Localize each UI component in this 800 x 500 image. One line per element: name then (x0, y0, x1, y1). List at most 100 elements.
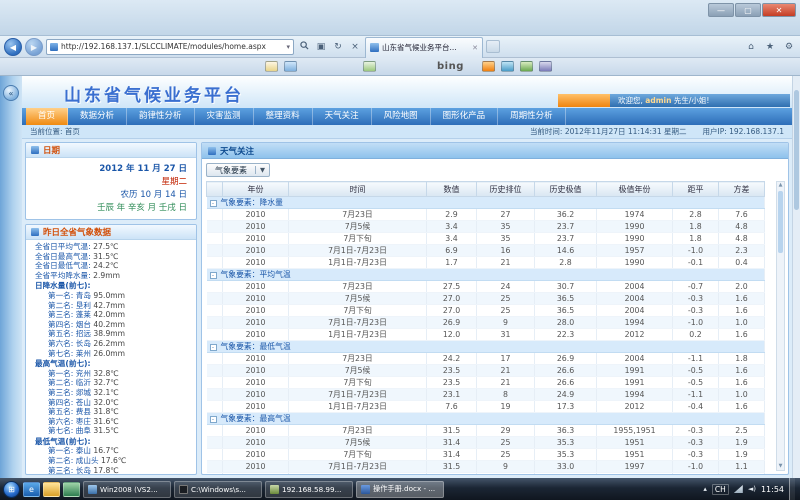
window-close-button[interactable]: ✕ (762, 3, 796, 17)
page-scrollbar[interactable] (792, 76, 800, 478)
table-cell: 30.7 (535, 281, 597, 293)
row-checkbox-cell (207, 389, 223, 401)
table-section-row[interactable]: -气象要素：平均气温 (207, 269, 765, 281)
mail-icon[interactable] (265, 61, 278, 72)
table-cell: 2010 (223, 293, 289, 305)
collapse-icon[interactable]: - (210, 200, 217, 207)
page-scrollbar-thumb[interactable] (794, 90, 799, 210)
table-cell: 2010 (223, 473, 289, 475)
nav-item-5[interactable]: 天气关注 (313, 108, 372, 125)
ganzhi-line: 壬辰 年 辛亥 月 壬戌 日 (35, 202, 187, 215)
tools-gear-icon[interactable]: ⚙ (782, 42, 796, 52)
home-icon[interactable]: ⌂ (744, 42, 758, 52)
table-scrollbar[interactable]: ▲ ▼ (776, 181, 785, 471)
sidebar-collapse-button[interactable]: « (3, 85, 19, 101)
weather-panel-header: 昨日全省气象数据 (26, 225, 196, 240)
table-scrollbar-thumb[interactable] (778, 191, 783, 253)
taskbar-button[interactable]: Win2008 (VS2... (83, 481, 171, 498)
section-cell: -气象要素：最低气温 (207, 341, 765, 353)
collapse-icon[interactable]: - (210, 344, 217, 351)
taskbar-button[interactable]: 操作手册.docx - ... (356, 481, 444, 498)
section-cell: -气象要素：平均气温 (207, 269, 765, 281)
browser-forward-button[interactable]: ▶ (25, 38, 43, 56)
toolbar-app-icon-3[interactable] (520, 61, 533, 72)
toolbar-app-icon-1[interactable] (482, 61, 495, 72)
address-dropdown-icon[interactable]: ▾ (286, 43, 290, 51)
taskbar-button[interactable]: 192.168.58.99... (265, 481, 353, 498)
refresh-icon[interactable]: ↻ (331, 42, 345, 52)
messenger-icon[interactable] (284, 61, 297, 72)
ie-quicklaunch-icon[interactable]: e (23, 482, 40, 497)
weather-rank-item: 第六名: 长岛 26.2mm (35, 339, 193, 349)
table-cell: -0.5 (673, 377, 719, 389)
table-cell: 2010 (223, 305, 289, 317)
stop-icon[interactable]: × (348, 42, 362, 52)
table-cell: 1月1日-7月23日 (289, 401, 427, 413)
taskbar-button[interactable]: C:\Windows\s... (174, 481, 262, 498)
scroll-up-icon[interactable]: ▲ (777, 182, 784, 189)
volume-icon[interactable]: ◄) (748, 485, 756, 493)
chevron-down-icon[interactable]: ▼ (255, 166, 269, 174)
nav-item-2[interactable]: 韵律性分析 (127, 108, 195, 125)
table-cell: 4.8 (719, 233, 765, 245)
nav-item-8[interactable]: 周期性分析 (498, 108, 566, 125)
table-header-cell: 时间 (289, 182, 427, 197)
scroll-down-icon[interactable]: ▼ (777, 463, 784, 470)
ime-indicator[interactable]: CH (712, 484, 729, 495)
table-cell: 3.4 (427, 233, 477, 245)
bing-logo[interactable]: bing (437, 61, 464, 72)
window-minimize-button[interactable]: — (708, 3, 734, 17)
table-cell: 2012 (597, 401, 673, 413)
toolbar-app-icon-4[interactable] (539, 61, 552, 72)
nav-item-3[interactable]: 灾害监测 (195, 108, 254, 125)
window-maximize-button[interactable]: ▢ (735, 3, 761, 17)
table-body: -气象要素：降水量20107月23日2.92736.219742.87.6201… (207, 197, 765, 475)
table-cell: 2004 (597, 281, 673, 293)
search-icon[interactable] (297, 41, 311, 53)
weather-summary-item: 全省日平均气温: 27.5℃ (35, 242, 193, 252)
row-checkbox-cell (207, 437, 223, 449)
table-cell: 1.6 (719, 365, 765, 377)
taskbar-clock[interactable]: 11:54 (761, 485, 784, 494)
weather-rank-item: 第四名: 烟台 40.2mm (35, 320, 193, 330)
station-name: 烟台 (76, 320, 94, 329)
tab-close-icon[interactable]: ✕ (472, 44, 478, 52)
nav-item-7[interactable]: 图形化产品 (431, 108, 499, 125)
station-name: 成山头 (76, 456, 101, 465)
favorites-star-icon[interactable]: ★ (763, 42, 777, 52)
table-section-row[interactable]: -气象要素：降水量 (207, 197, 765, 209)
start-button[interactable]: ⊞ (3, 481, 20, 498)
explorer-quicklaunch-icon[interactable] (43, 482, 60, 497)
print-icon[interactable] (363, 61, 376, 72)
table-cell: 1991 (597, 377, 673, 389)
collapse-icon[interactable]: - (210, 272, 217, 279)
rank-value: 32.0℃ (93, 398, 118, 407)
browser-tab[interactable]: 山东省气候业务平台... ✕ (365, 37, 483, 58)
address-bar[interactable]: http://192.168.137.1/SLCCLIMATE/modules/… (46, 39, 294, 55)
tray-expand-icon[interactable]: ▴ (703, 485, 707, 493)
browser-back-button[interactable]: ◀ (4, 38, 22, 56)
toolbar-app-icon-2[interactable] (501, 61, 514, 72)
nav-item-6[interactable]: 风险地图 (372, 108, 431, 125)
table-cell: 28.0 (535, 317, 597, 329)
nav-item-0[interactable]: 首页 (26, 108, 68, 125)
rank-value: 42.7mm (93, 301, 125, 310)
element-filter-button[interactable]: 气象要素 ▼ (206, 163, 270, 177)
nav-item-4[interactable]: 整理资料 (254, 108, 313, 125)
table-section-row[interactable]: -气象要素：最高气温 (207, 413, 765, 425)
collapse-icon[interactable]: - (210, 416, 217, 423)
table-cell: 1.1 (719, 461, 765, 473)
media-quicklaunch-icon[interactable] (63, 482, 80, 497)
table-cell: 1994 (597, 317, 673, 329)
network-icon[interactable] (734, 485, 743, 493)
compatibility-icon[interactable]: ▣ (314, 42, 328, 52)
table-section-row[interactable]: -气象要素：最低气温 (207, 341, 765, 353)
nav-item-1[interactable]: 数据分析 (68, 108, 127, 125)
table-cell: 2010 (223, 257, 289, 269)
rank-label: 第三名: (48, 310, 76, 319)
show-desktop-button[interactable] (789, 478, 795, 500)
new-tab-button[interactable] (486, 40, 500, 53)
table-cell: 23.1 (427, 389, 477, 401)
table-cell: 27.5 (427, 281, 477, 293)
address-url[interactable]: http://192.168.137.1/SLCCLIMATE/modules/… (61, 42, 283, 51)
